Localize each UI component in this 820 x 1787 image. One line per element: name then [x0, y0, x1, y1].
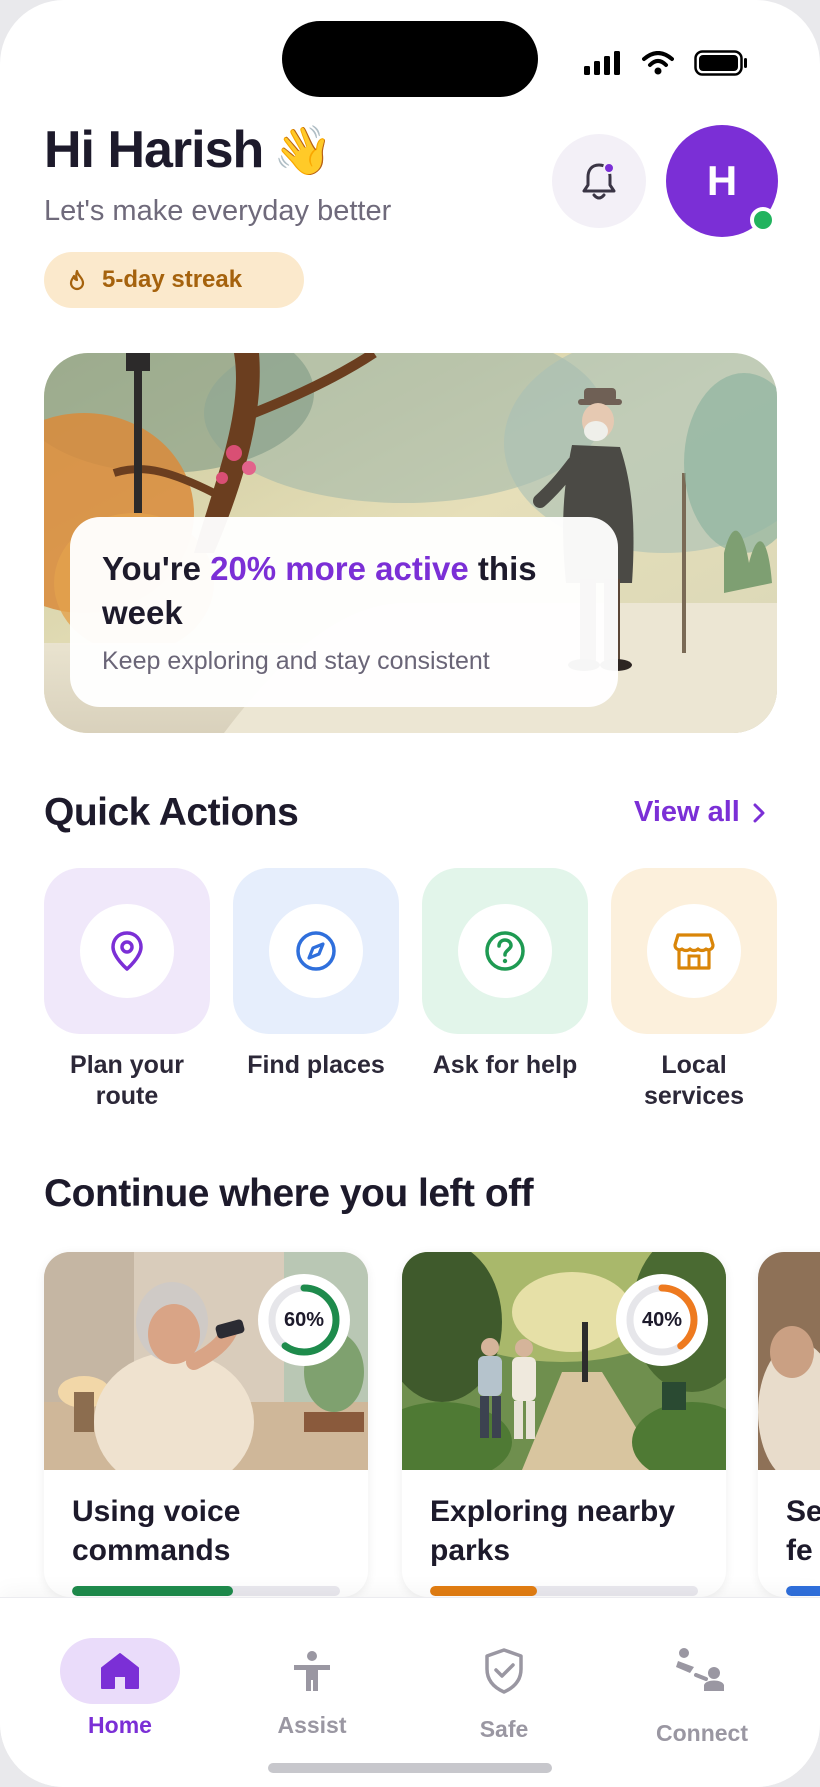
avatar-initial: H	[706, 157, 738, 204]
progress-bar	[430, 1586, 698, 1596]
nav-label-assist: Assist	[277, 1712, 347, 1738]
greeting-row: Hi Harish 👋	[44, 120, 333, 180]
activity-summary-card: You're 20% more active this week Keep ex…	[70, 517, 618, 707]
continue-card-nearby-parks[interactable]: 40% Exploring nearby parks	[402, 1252, 726, 1597]
quick-action-label: Plan your route	[70, 1051, 184, 1110]
phone-screen: Hi Harish 👋 Let's make everyday better 5…	[0, 0, 820, 1787]
assist-person-icon	[294, 1651, 330, 1691]
continue-card-partial[interactable]: Se fe	[758, 1252, 820, 1597]
nav-label-connect: Connect	[656, 1720, 748, 1746]
quick-actions-grid: Plan your route Find places Ask for help…	[44, 868, 777, 1112]
streak-label: 5-day streak	[102, 266, 243, 293]
quick-action-label: Find places	[247, 1051, 385, 1079]
greeting-subtitle: Let's make everyday better	[44, 195, 392, 227]
continue-section-title: Continue where you left off	[44, 1172, 534, 1215]
activity-headline: You're 20% more active this week	[102, 547, 586, 635]
quick-action-icon-circle	[80, 904, 174, 998]
nav-item-home[interactable]: Home	[60, 1638, 180, 1739]
store-icon	[673, 933, 715, 970]
view-all-label: View all	[634, 796, 740, 828]
compass-icon	[296, 931, 336, 971]
bottom-navigation: Home Assist Safe Connect	[0, 1597, 820, 1787]
card-title: Using voice commands	[72, 1495, 241, 1567]
view-all-link[interactable]: View all	[634, 796, 766, 829]
flame-icon	[69, 269, 85, 291]
wifi-icon	[642, 51, 674, 75]
online-status-dot	[750, 207, 776, 233]
quick-action-tile[interactable]	[422, 868, 588, 1034]
nav-item-connect[interactable]: Connect	[642, 1638, 762, 1747]
nav-active-pill	[60, 1638, 180, 1704]
nav-item-safe[interactable]: Safe	[444, 1638, 564, 1743]
activity-subtitle: Keep exploring and stay consistent	[102, 647, 490, 675]
dynamic-island	[282, 21, 538, 97]
card-image: 40%	[402, 1252, 726, 1482]
quick-action-plan-route[interactable]: Plan your route	[44, 868, 210, 1112]
progress-ring: 40%	[616, 1274, 708, 1366]
bell-icon	[582, 162, 616, 200]
nav-label-safe: Safe	[479, 1716, 529, 1742]
notifications-button[interactable]	[552, 134, 646, 228]
partial-card-photo	[758, 1252, 820, 1482]
continue-card-voice-commands[interactable]: 60% Using voice commands	[44, 1252, 368, 1597]
streak-badge[interactable]: 5-day streak	[44, 252, 304, 308]
quick-action-label: Ask for help	[432, 1051, 578, 1079]
wave-emoji: 👋	[273, 124, 334, 178]
card-image: 60%	[44, 1252, 368, 1492]
question-icon	[485, 931, 525, 971]
quick-action-icon-circle	[458, 904, 552, 998]
quick-action-icon-circle	[647, 904, 741, 998]
quick-action-local-services[interactable]: Local services	[611, 868, 777, 1112]
nav-label-home: Home	[88, 1712, 152, 1738]
quick-action-find-places[interactable]: Find places	[233, 868, 399, 1112]
card-image	[758, 1252, 820, 1482]
progress-bar-fill	[72, 1586, 233, 1596]
location-pin-icon	[111, 931, 143, 971]
progress-bar-fill	[786, 1586, 820, 1596]
card-title: Se fe	[786, 1495, 820, 1567]
status-bar	[584, 50, 748, 76]
battery-icon	[694, 50, 747, 76]
greeting-title: Hi Harish	[44, 121, 264, 179]
progress-ring: 60%	[258, 1274, 350, 1366]
card-title: Exploring nearby parks	[430, 1495, 676, 1567]
quick-action-label: Local services	[643, 1051, 745, 1110]
headline-prefix: You're	[102, 550, 211, 587]
chevron-right-icon	[753, 803, 765, 822]
connect-people-icon	[676, 1648, 724, 1691]
progress-bar-fill	[430, 1586, 538, 1596]
home-indicator[interactable]	[268, 1763, 552, 1773]
nav-icon-wrap	[444, 1638, 564, 1704]
progress-percent: 40%	[641, 1308, 683, 1331]
home-icon	[101, 1653, 139, 1689]
quick-actions-title: Quick Actions	[44, 791, 299, 834]
headline-accent: 20% more active	[210, 550, 469, 587]
quick-action-icon-circle	[269, 904, 363, 998]
progress-percent: 60%	[283, 1308, 325, 1331]
continue-cards-carousel[interactable]: 60% Using voice commands 40% Exploring n…	[44, 1252, 820, 1597]
quick-action-ask-help[interactable]: Ask for help	[422, 868, 588, 1112]
quick-action-tile[interactable]	[233, 868, 399, 1034]
progress-bar	[72, 1586, 340, 1596]
signal-icon	[584, 51, 620, 75]
nav-icon-wrap	[252, 1638, 372, 1704]
quick-action-tile[interactable]	[611, 868, 777, 1034]
nav-item-assist[interactable]: Assist	[252, 1638, 372, 1739]
shield-check-icon	[485, 1648, 523, 1694]
quick-action-tile[interactable]	[44, 868, 210, 1034]
progress-bar	[786, 1586, 820, 1596]
nav-icon-wrap	[642, 1638, 762, 1704]
